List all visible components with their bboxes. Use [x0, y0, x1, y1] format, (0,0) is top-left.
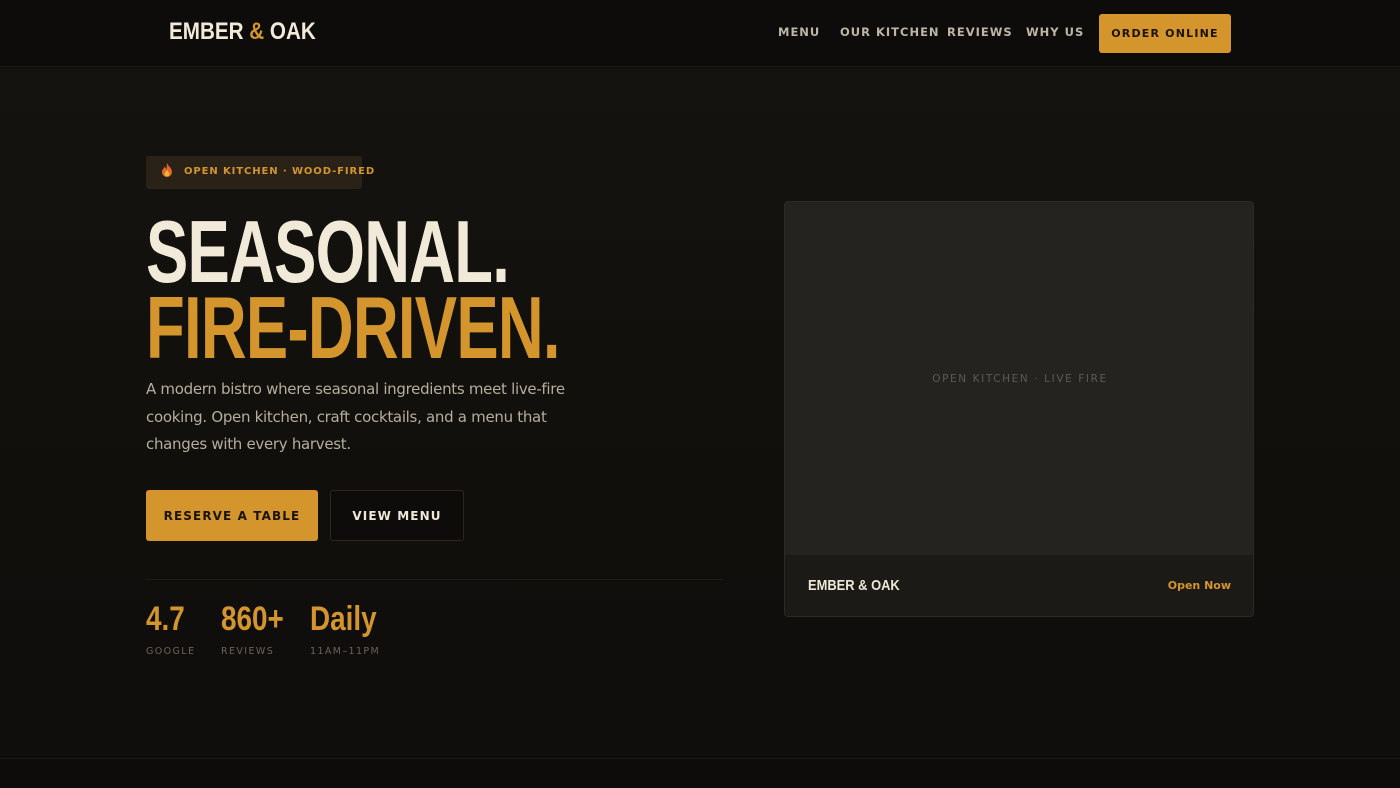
reserve-table-button[interactable]: RESERVE A TABLE	[146, 490, 318, 541]
open-status-badge: Open Now	[1167, 579, 1231, 592]
hero-title-line2: FIRE-DRIVEN.	[146, 278, 561, 377]
kitchen-card: OPEN KITCHEN · LIVE FIRE EMBER & OAK Ope…	[784, 201, 1254, 617]
badge-text: OPEN KITCHEN · WOOD-FIRED	[184, 166, 376, 177]
flame-icon	[161, 163, 173, 181]
card-footer: EMBER & OAK Open Now	[785, 555, 1253, 616]
stat-value: Daily	[310, 600, 377, 638]
stat-value: 4.7	[146, 600, 185, 638]
image-caption: OPEN KITCHEN · LIVE FIRE	[932, 373, 1108, 385]
logo[interactable]: EMBER & OAK	[169, 18, 316, 46]
hero-description: A modern bistro where seasonal ingredien…	[146, 380, 565, 453]
stat-value: 860+	[221, 600, 284, 638]
nav-link-menu[interactable]: MENU	[778, 25, 820, 39]
stat-google-rating: 4.7 GOOGLE	[146, 602, 195, 657]
stat-label: REVIEWS	[221, 646, 275, 657]
stats-divider	[146, 579, 723, 580]
stat-label: 11AM–11PM	[310, 646, 381, 657]
logo-ampersand: &	[249, 18, 265, 45]
nav-link-our-kitchen[interactable]: OUR KITCHEN	[840, 25, 940, 39]
stat-label: GOOGLE	[146, 646, 196, 657]
stat-hours: Daily 11AM–11PM	[310, 602, 391, 657]
view-menu-button[interactable]: VIEW MENU	[330, 490, 464, 541]
hero-badge: OPEN KITCHEN · WOOD-FIRED	[146, 156, 374, 189]
logo-text-ember: EMBER	[169, 18, 250, 45]
nav-link-reviews[interactable]: REVIEWS	[947, 25, 1013, 39]
logo-text-oak: OAK	[264, 18, 316, 45]
stat-reviews: 860+ REVIEWS	[221, 602, 298, 657]
order-online-button[interactable]: ORDER ONLINE	[1099, 14, 1231, 53]
card-restaurant-name: EMBER & OAK	[808, 577, 900, 594]
next-section-edge	[0, 758, 1400, 788]
site-header: EMBER & OAK MENU OUR KITCHEN REVIEWS WHY…	[0, 0, 1400, 67]
nav-link-why-us[interactable]: WHY US	[1026, 25, 1084, 39]
